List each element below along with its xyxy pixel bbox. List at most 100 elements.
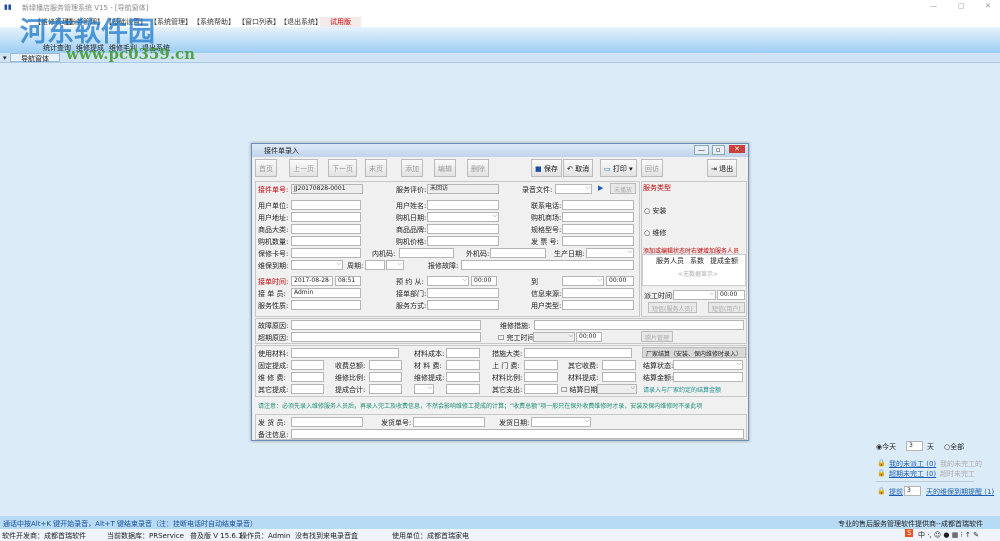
sms-staff-button[interactable]: 短信(服务人员) bbox=[648, 302, 697, 313]
fee-input[interactable] bbox=[369, 372, 402, 382]
fee-input[interactable] bbox=[524, 384, 558, 394]
brand-field[interactable] bbox=[427, 224, 499, 234]
tab-navigation[interactable]: 导航窗体 bbox=[10, 53, 60, 63]
link-overdue[interactable]: 超期未完工 (0) bbox=[889, 469, 936, 479]
ship-no-field[interactable] bbox=[413, 417, 485, 427]
ship-date-select[interactable] bbox=[531, 417, 591, 427]
dispatch-time[interactable]: 00:00 bbox=[717, 290, 745, 300]
play-icon[interactable]: ▶ bbox=[598, 184, 603, 192]
settle-date-checkbox[interactable]: ☐ 结算日期: bbox=[561, 385, 600, 395]
fee-input[interactable] bbox=[524, 360, 558, 370]
dialog-maximize-icon[interactable]: ▫ bbox=[712, 145, 725, 155]
production-date-select[interactable] bbox=[586, 248, 634, 258]
add-button[interactable]: 添加 bbox=[401, 159, 423, 177]
warranty-expiry-select[interactable] bbox=[291, 260, 343, 270]
fee-input[interactable] bbox=[291, 384, 324, 394]
remind-link[interactable]: 天的维保到期提醒 (1) bbox=[926, 487, 994, 497]
fee-input[interactable] bbox=[524, 372, 558, 382]
reported-fault-field[interactable] bbox=[461, 260, 634, 270]
inner-code-field[interactable] bbox=[399, 248, 454, 258]
menu-help[interactable]: 【系统帮助】 bbox=[193, 17, 235, 27]
model-field[interactable] bbox=[562, 224, 634, 234]
settle-status-select[interactable] bbox=[673, 360, 743, 370]
fee-input[interactable] bbox=[446, 372, 480, 382]
maximize-icon[interactable]: ▢ bbox=[958, 2, 965, 10]
delete-button[interactable]: 删除 bbox=[467, 159, 489, 177]
period-unit-select[interactable] bbox=[386, 260, 404, 270]
photo-button[interactable]: 照片管理 bbox=[641, 331, 674, 342]
first-page-button[interactable]: 首页 bbox=[255, 159, 277, 177]
dispatch-date[interactable] bbox=[673, 290, 716, 300]
save-button[interactable]: ■ 保存 bbox=[531, 159, 562, 177]
appt-from-date[interactable] bbox=[427, 276, 469, 286]
phone-field[interactable] bbox=[562, 200, 634, 210]
source-field[interactable] bbox=[562, 288, 634, 298]
user-name-field[interactable] bbox=[427, 200, 499, 210]
fault-field[interactable] bbox=[291, 320, 481, 330]
fee-input[interactable] bbox=[291, 360, 324, 370]
all-radio[interactable]: ○全部 bbox=[944, 442, 964, 452]
fee-input[interactable] bbox=[369, 360, 402, 370]
quantity-field[interactable] bbox=[291, 236, 361, 246]
invoice-field[interactable] bbox=[562, 236, 634, 246]
measure-cat-field[interactable] bbox=[524, 348, 632, 358]
fee-type-select[interactable] bbox=[414, 384, 434, 394]
remind-days-field[interactable]: 3 bbox=[904, 486, 921, 496]
fee-input[interactable] bbox=[602, 360, 636, 370]
tab-dropdown-icon[interactable]: ▾ bbox=[3, 54, 7, 62]
cancel-button[interactable]: ↶ 取消 bbox=[563, 159, 594, 177]
finish-checkbox[interactable]: ☐ 完工时间 bbox=[498, 333, 535, 343]
install-radio[interactable]: ○ 安装 bbox=[644, 206, 666, 216]
vendor-settle-button[interactable]: 厂家结算（安装、保内维修时录入） bbox=[642, 347, 747, 358]
purchase-date-select[interactable] bbox=[427, 212, 499, 222]
measure-field[interactable] bbox=[534, 320, 744, 330]
link-undispatched-mine[interactable]: 我的未完工的 bbox=[940, 459, 982, 469]
close-icon[interactable]: ✕ bbox=[985, 2, 991, 10]
appt-to-time[interactable]: 00:00 bbox=[606, 276, 634, 286]
mode-field[interactable] bbox=[427, 300, 499, 310]
edit-button[interactable]: 编辑 bbox=[434, 159, 456, 177]
dialog-minimize-icon[interactable]: — bbox=[694, 145, 709, 155]
settle-date-select[interactable] bbox=[597, 384, 637, 394]
outer-code-field[interactable] bbox=[490, 248, 546, 258]
fee-input[interactable] bbox=[602, 372, 636, 382]
play-button[interactable]: 未播放 bbox=[610, 183, 637, 194]
remark-field[interactable] bbox=[291, 429, 744, 439]
next-page-button[interactable]: 下一页 bbox=[328, 159, 357, 177]
material-field[interactable] bbox=[291, 348, 399, 358]
store-field[interactable] bbox=[562, 212, 634, 222]
operator-field[interactable]: Admin bbox=[291, 288, 361, 298]
remind-prefix[interactable]: 提前 bbox=[889, 487, 903, 497]
shipper-field[interactable] bbox=[291, 417, 363, 427]
dialog-close-icon[interactable]: ✕ bbox=[729, 145, 745, 153]
repair-radio[interactable]: ○ 维修 bbox=[644, 228, 666, 238]
dept-field[interactable] bbox=[427, 288, 499, 298]
menu-system[interactable]: 【系统管理】 bbox=[150, 17, 192, 27]
user-address-field[interactable] bbox=[291, 212, 361, 222]
last-page-button[interactable]: 末页 bbox=[365, 159, 387, 177]
today-radio[interactable]: ◉今天 bbox=[876, 442, 896, 452]
menu-exit[interactable]: 【退出系统】 bbox=[280, 17, 322, 27]
order-no-field[interactable]: JJ20170828-0001 bbox=[291, 184, 363, 194]
accept-date-field[interactable]: 2017-08-28 bbox=[291, 276, 333, 286]
fee-input[interactable] bbox=[446, 360, 480, 370]
appt-from-time[interactable]: 00:00 bbox=[471, 276, 497, 286]
link-undispatched[interactable]: 我的未派工 (0) bbox=[889, 459, 936, 469]
material-cost-field[interactable] bbox=[446, 348, 480, 358]
appt-to-date[interactable] bbox=[562, 276, 604, 286]
accept-time-field[interactable]: 08:51 bbox=[335, 276, 361, 286]
exit-button[interactable]: ⇥ 退出 bbox=[707, 159, 738, 177]
print-button[interactable]: ▭ 打印 ▾ bbox=[600, 159, 637, 177]
minimize-icon[interactable]: — bbox=[930, 2, 937, 10]
user-type-field[interactable] bbox=[562, 300, 634, 310]
user-unit-field[interactable] bbox=[291, 200, 361, 210]
link-overdue-unfinished[interactable]: 超时未完工 bbox=[940, 469, 975, 479]
menu-windows[interactable]: 【窗口列表】 bbox=[238, 17, 280, 27]
sms-user-button[interactable]: 短信(用户) bbox=[708, 302, 745, 313]
finish-date[interactable] bbox=[533, 332, 575, 342]
fee-input[interactable] bbox=[369, 384, 402, 394]
eval-field[interactable]: 未回访 bbox=[427, 184, 499, 194]
revisit-button[interactable]: 回访 bbox=[641, 159, 663, 177]
staff-table[interactable]: 服务人员 系数 提成金额 <无数据显示> bbox=[642, 254, 746, 286]
finish-time[interactable]: 00:00 bbox=[576, 332, 602, 342]
